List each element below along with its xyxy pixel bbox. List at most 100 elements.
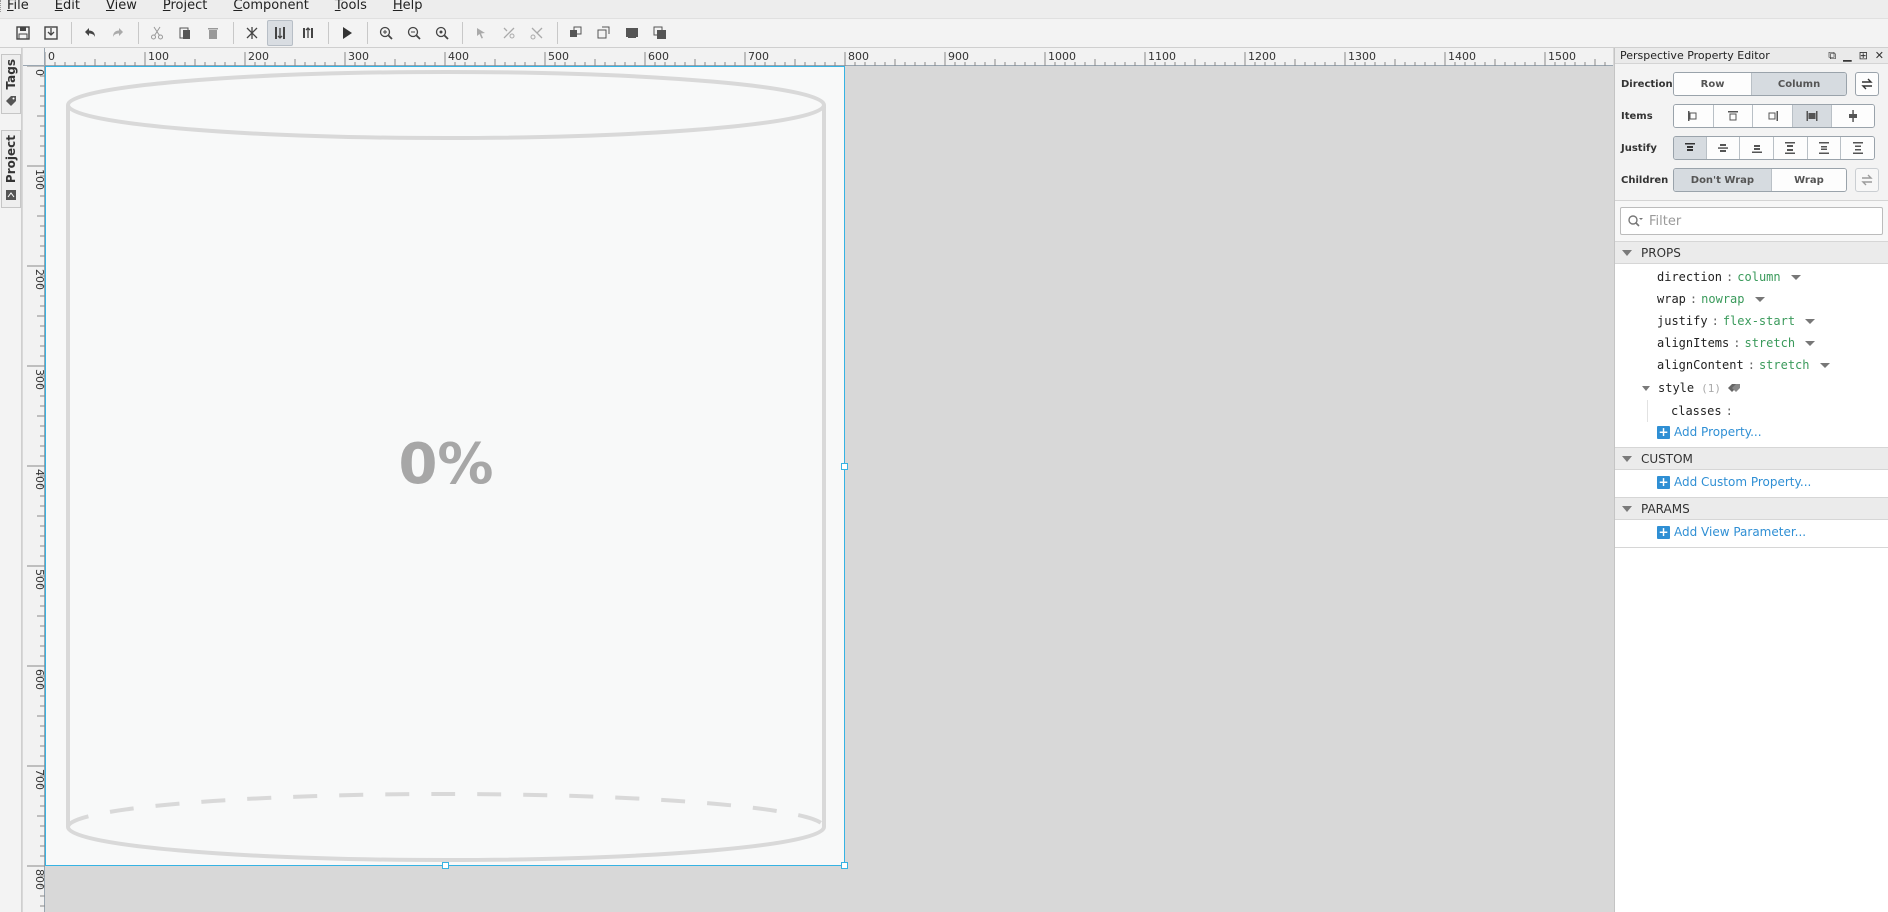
menu-file[interactable]: File bbox=[7, 0, 41, 12]
justify-space-evenly-icon bbox=[1852, 142, 1863, 154]
prop-row-wrap[interactable]: wrap: nowrap bbox=[1615, 288, 1888, 310]
dropdown-arrow-icon[interactable] bbox=[1819, 362, 1830, 368]
menu-grip bbox=[0, 0, 3, 12]
justify-end-icon bbox=[1751, 145, 1762, 153]
reverse-direction-button[interactable] bbox=[1855, 72, 1879, 96]
bind-button[interactable] bbox=[496, 20, 522, 46]
prop-colon: : bbox=[1725, 404, 1733, 418]
justify-space-around-option[interactable] bbox=[1807, 137, 1842, 159]
align-end-icon bbox=[1768, 111, 1778, 121]
maximize-icon[interactable]: ⊞ bbox=[1859, 49, 1868, 62]
send-back-button[interactable] bbox=[619, 20, 645, 46]
tab-project[interactable]: Project bbox=[1, 130, 21, 208]
prop-row-direction[interactable]: direction: column bbox=[1615, 266, 1888, 288]
close-icon[interactable]: ✕ bbox=[1875, 49, 1884, 62]
prop-row-justify[interactable]: justify: flex-start bbox=[1615, 310, 1888, 332]
style-class-icon[interactable] bbox=[1727, 382, 1741, 394]
filter-input[interactable] bbox=[1649, 213, 1849, 229]
preview-button[interactable] bbox=[334, 20, 360, 46]
prop-row-classes[interactable]: classes: bbox=[1647, 400, 1888, 422]
align-items-stretch-option[interactable] bbox=[1792, 105, 1833, 127]
save-button[interactable] bbox=[10, 20, 36, 46]
pointer-button[interactable] bbox=[468, 20, 494, 46]
dropdown-arrow-icon[interactable] bbox=[1790, 274, 1801, 280]
prop-row-align-content[interactable]: alignContent: stretch bbox=[1615, 354, 1888, 376]
save-all-button[interactable] bbox=[38, 20, 64, 46]
column-direction-button[interactable] bbox=[267, 20, 293, 46]
zoom-in-button[interactable] bbox=[373, 20, 399, 46]
ungroup-button[interactable] bbox=[591, 20, 617, 46]
minimize-icon[interactable]: ▁ bbox=[1843, 49, 1851, 62]
justify-start-option[interactable] bbox=[1674, 137, 1707, 159]
prop-value[interactable]: nowrap bbox=[1701, 292, 1744, 306]
section-params-header[interactable]: PARAMS bbox=[1615, 497, 1888, 520]
prop-value[interactable]: column bbox=[1737, 270, 1780, 284]
dropdown-arrow-icon[interactable] bbox=[1805, 340, 1816, 346]
delete-button[interactable] bbox=[200, 20, 226, 46]
prop-value[interactable]: flex-start bbox=[1723, 314, 1795, 328]
menu-tools[interactable]: Tools bbox=[335, 0, 379, 12]
plus-icon: + bbox=[1657, 474, 1670, 489]
section-custom-header[interactable]: CUSTOM bbox=[1615, 447, 1888, 470]
section-props-header[interactable]: PROPS bbox=[1615, 241, 1888, 264]
tab-tags[interactable]: Tags bbox=[1, 54, 21, 114]
collapse-caret-icon bbox=[1622, 455, 1632, 462]
prop-value[interactable]: stretch bbox=[1759, 358, 1810, 372]
deep-selection-button[interactable] bbox=[239, 20, 265, 46]
resize-handle-bottom[interactable] bbox=[442, 862, 449, 869]
dropdown-arrow-icon[interactable] bbox=[1754, 296, 1765, 302]
menu-project[interactable]: Project bbox=[163, 0, 220, 12]
menu-view[interactable]: View bbox=[106, 0, 149, 12]
prop-colon: : bbox=[1711, 314, 1719, 328]
zoom-actual-button[interactable] bbox=[429, 20, 455, 46]
menu-edit[interactable]: Edit bbox=[55, 0, 92, 12]
save-all-icon bbox=[44, 26, 58, 40]
align-stretch-icon bbox=[1806, 111, 1818, 121]
view-canvas[interactable]: 0% bbox=[45, 66, 848, 869]
reverse-wrap-button[interactable] bbox=[1855, 168, 1879, 192]
resize-handle-corner[interactable] bbox=[841, 862, 848, 869]
justify-end-option[interactable] bbox=[1740, 137, 1775, 159]
justify-center-option[interactable] bbox=[1706, 137, 1741, 159]
align-items-center-option[interactable] bbox=[1713, 105, 1754, 127]
tab-tags-label: Tags bbox=[4, 59, 18, 90]
align-items-start-option[interactable] bbox=[1674, 105, 1714, 127]
copy-button[interactable] bbox=[172, 20, 198, 46]
cross-button[interactable] bbox=[524, 20, 550, 46]
bring-front-button[interactable] bbox=[647, 20, 673, 46]
ruler-label: 400 bbox=[448, 50, 469, 63]
redo-icon bbox=[113, 28, 123, 37]
ruler-label: 1100 bbox=[1148, 50, 1176, 63]
justify-selector bbox=[1673, 136, 1875, 160]
row-direction-button[interactable] bbox=[295, 20, 321, 46]
expand-caret-icon[interactable] bbox=[1642, 385, 1650, 391]
justify-space-evenly-option[interactable] bbox=[1841, 137, 1874, 159]
row-direction-icon bbox=[303, 27, 313, 38]
menu-help[interactable]: Help bbox=[393, 0, 435, 12]
prop-row-style[interactable]: style (1) bbox=[1615, 376, 1888, 400]
add-property-link[interactable]: + Add Property... bbox=[1615, 422, 1888, 442]
wrap-option[interactable]: Wrap bbox=[1771, 169, 1846, 191]
toolbar-separator bbox=[71, 22, 72, 44]
zoom-out-button[interactable] bbox=[401, 20, 427, 46]
float-icon[interactable]: ⧉ bbox=[1828, 49, 1836, 62]
direction-column-option[interactable]: Column bbox=[1752, 73, 1846, 95]
cut-button[interactable] bbox=[144, 20, 170, 46]
align-items-baseline-option[interactable] bbox=[1832, 105, 1874, 127]
dropdown-arrow-icon[interactable] bbox=[1805, 318, 1816, 324]
justify-space-between-option[interactable] bbox=[1774, 137, 1808, 159]
direction-row-option[interactable]: Row bbox=[1674, 73, 1753, 95]
add-view-parameter-link[interactable]: + Add View Parameter... bbox=[1615, 522, 1888, 542]
dont-wrap-option[interactable]: Don't Wrap bbox=[1674, 169, 1772, 191]
redo-button[interactable] bbox=[105, 20, 131, 46]
resize-handle-right[interactable] bbox=[841, 463, 848, 470]
align-items-end-option[interactable] bbox=[1753, 105, 1793, 127]
undo-button[interactable] bbox=[77, 20, 103, 46]
menu-component[interactable]: Component bbox=[233, 0, 320, 12]
prop-value[interactable]: stretch bbox=[1744, 336, 1795, 350]
deep-selection-icon bbox=[246, 27, 258, 39]
swap-icon bbox=[1861, 174, 1873, 186]
prop-row-align-items[interactable]: alignItems: stretch bbox=[1615, 332, 1888, 354]
add-custom-property-link[interactable]: + Add Custom Property... bbox=[1615, 472, 1888, 492]
group-button[interactable] bbox=[563, 20, 589, 46]
